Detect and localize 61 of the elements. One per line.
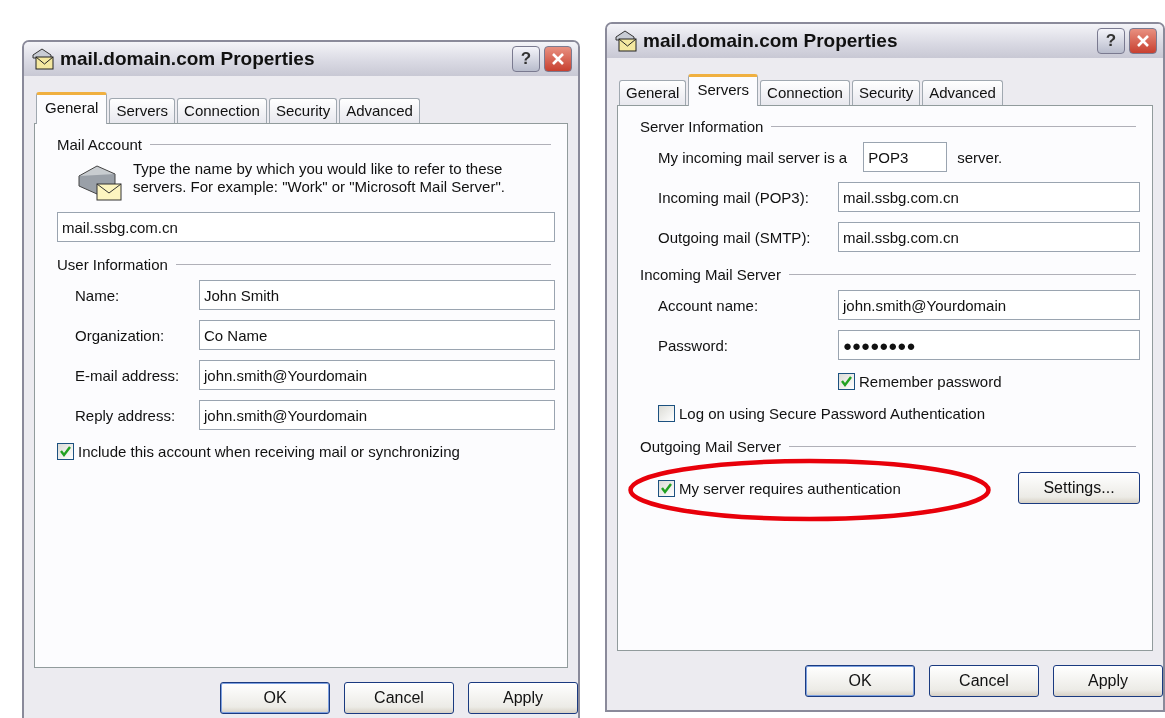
tab[interactable]: Advanced [339, 98, 420, 123]
section-heading: Server Information [640, 117, 764, 135]
text-field[interactable]: john.smith@Yourdomain [199, 400, 555, 430]
field-label: Organization: [75, 326, 166, 344]
tab[interactable]: Servers [688, 74, 759, 106]
tab[interactable]: Security [268, 98, 338, 123]
text-field[interactable]: POP3 [863, 142, 948, 172]
field-label: Reply address: [75, 406, 177, 424]
tab[interactable]: Security [851, 80, 921, 105]
help-button[interactable]: ? [512, 46, 540, 72]
section-heading: User Information [57, 255, 168, 273]
section-heading: Mail Account [57, 135, 143, 153]
checkbox[interactable] [838, 372, 855, 390]
close-button[interactable] [544, 46, 572, 72]
close-button[interactable] [1129, 28, 1157, 54]
field-label: Account name: [658, 296, 760, 314]
text-field[interactable]: John Smith [199, 280, 555, 310]
tab[interactable]: Servers [109, 98, 176, 123]
field-label: Incoming mail (POP3): [658, 188, 810, 206]
checkbox-label: Log on using Secure Password Authentication [679, 404, 986, 422]
close-icon [1135, 33, 1151, 49]
text-field[interactable]: mail.ssbg.com.cn [838, 222, 1140, 252]
text-field[interactable]: john.smith@Yourdomain [199, 360, 555, 390]
window-title: mail.domain.com Properties [643, 30, 899, 52]
field-label: Outgoing mail (SMTP): [658, 228, 812, 246]
text-field[interactable]: mail.ssbg.com.cn [838, 182, 1140, 212]
field-label: Password: [658, 336, 730, 354]
window-title: mail.domain.com Properties [60, 48, 316, 70]
tab[interactable]: General [619, 80, 687, 105]
tab[interactable]: Advanced [922, 80, 1003, 105]
description-text: Type the name by which you would like to refer to these servers. For example: "Work" or "Microsoft Mail Server". [133, 160, 506, 197]
text-field[interactable]: mail.ssbg.com.cn [57, 212, 555, 242]
dialog-button[interactable]: Cancel [929, 665, 1039, 697]
close-icon [550, 51, 566, 67]
dialog-button[interactable]: Apply [1053, 665, 1163, 697]
checkbox[interactable] [658, 479, 675, 497]
tab[interactable]: General [36, 92, 108, 124]
field-label: Name: [75, 286, 121, 304]
tab[interactable]: Connection [177, 98, 267, 123]
checkbox[interactable] [57, 442, 74, 460]
dialog-button[interactable]: Apply [468, 682, 578, 714]
field-suffix: server. [957, 148, 1003, 166]
mail-server-icon [30, 46, 56, 72]
field-label: My incoming mail server is a [658, 148, 848, 166]
checkbox-label: Remember password [859, 372, 1002, 390]
settings-button[interactable]: Settings... [1018, 472, 1140, 504]
text-field[interactable]: Co Name [199, 320, 555, 350]
mail-server-icon [613, 28, 639, 54]
tab[interactable]: Connection [760, 80, 850, 105]
help-button[interactable]: ? [1097, 28, 1125, 54]
dialog-button[interactable]: OK [220, 682, 330, 714]
checkbox-label: Include this account when receiving mail or synchronizing [78, 442, 460, 460]
text-field[interactable]: ●●●●●●●● [838, 330, 1140, 360]
section-heading: Outgoing Mail Server [640, 437, 781, 455]
checkbox[interactable] [658, 404, 675, 422]
field-label: E-mail address: [75, 366, 181, 384]
section-heading: Incoming Mail Server [640, 265, 781, 283]
text-field[interactable]: john.smith@Yourdomain [838, 290, 1140, 320]
dialog-button[interactable]: OK [805, 665, 915, 697]
dialog-button[interactable]: Cancel [344, 682, 454, 714]
checkbox-label: My server requires authentication [679, 479, 901, 497]
